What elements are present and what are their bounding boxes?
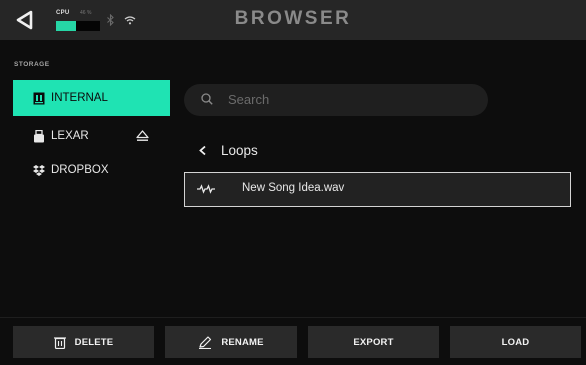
search-input[interactable]: Search (184, 84, 488, 116)
folder-back-icon[interactable] (197, 144, 209, 157)
search-icon (201, 93, 213, 105)
load-label: LOAD (501, 336, 530, 348)
bluetooth-icon (107, 14, 114, 26)
sidebar-item-internal[interactable]: INTERNAL (13, 80, 170, 116)
delete-button[interactable]: DELETE (13, 326, 154, 358)
trash-icon (53, 336, 66, 349)
cpu-percent: 46 % (80, 10, 92, 16)
sidebar-item-label: DROPBOX (51, 164, 109, 176)
wifi-icon (124, 16, 136, 25)
sidebar-item-label: LEXAR (51, 130, 89, 142)
folder-title[interactable]: Loops (221, 143, 258, 158)
page-title: BROWSER (234, 8, 352, 29)
cpu-label: CPU (56, 10, 70, 16)
storage-heading: STORAGE (14, 61, 50, 68)
dropbox-icon (33, 164, 45, 176)
usb-drive-icon (34, 129, 44, 142)
file-name: New Song Idea.wav (242, 182, 345, 194)
cpu-meter (56, 21, 100, 31)
waveform-file-icon (197, 184, 215, 194)
cpu-meter-fill (56, 21, 77, 31)
export-label: EXPORT (353, 336, 394, 348)
export-button[interactable]: EXPORT (308, 326, 439, 358)
internal-storage-icon (33, 92, 45, 104)
top-bar: CPU 46 % BROWSER (0, 0, 586, 40)
delete-label: DELETE (74, 336, 114, 348)
file-row[interactable]: New Song Idea.wav (184, 172, 571, 207)
load-button[interactable]: LOAD (450, 326, 581, 358)
sidebar-item-dropbox[interactable]: DROPBOX (13, 152, 170, 188)
rename-button[interactable]: RENAME (165, 326, 297, 358)
rename-label: RENAME (221, 336, 264, 348)
search-placeholder: Search (228, 92, 270, 107)
divider (0, 317, 586, 318)
sidebar-item-label: INTERNAL (51, 92, 108, 104)
pencil-icon (199, 335, 212, 349)
eject-icon[interactable] (136, 130, 149, 142)
back-icon[interactable] (14, 10, 36, 30)
